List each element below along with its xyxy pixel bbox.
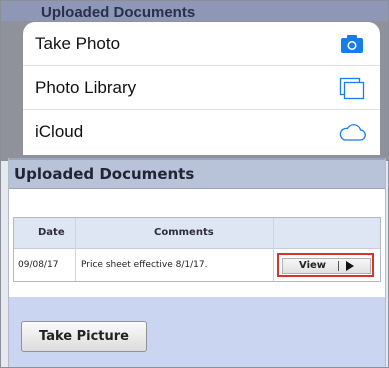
sheet-item-label: Photo Library	[35, 78, 137, 97]
sheet-item-label: Take Photo	[35, 34, 121, 53]
view-button[interactable]: View	[282, 258, 371, 274]
action-sheet: Take Photo Photo Library iCloud	[23, 22, 380, 155]
cell-date: 09/08/17	[18, 260, 59, 270]
view-button-highlight: View	[277, 253, 374, 277]
cell-comment: Price sheet effective 8/1/17.	[81, 260, 208, 270]
app-frame: Uploaded Documents Take Photo Photo Libr…	[0, 0, 389, 368]
sheet-item-take-photo[interactable]: Take Photo	[23, 22, 380, 66]
background-title: Uploaded Documents	[41, 4, 196, 21]
panel-header: Uploaded Documents	[9, 158, 385, 189]
actions-area: Take Picture	[9, 297, 385, 367]
documents-table: Date Comments 09/08/17 Price sheet effec…	[13, 217, 381, 282]
photo-library-icon	[338, 75, 366, 101]
sheet-item-photo-library[interactable]: Photo Library	[23, 66, 380, 110]
column-header-date: Date	[38, 227, 65, 238]
column-header-comments: Comments	[154, 227, 214, 238]
column-divider	[273, 218, 274, 281]
take-picture-button[interactable]: Take Picture	[21, 321, 147, 352]
play-arrow-icon	[346, 261, 354, 271]
sheet-item-icloud[interactable]: iCloud	[23, 110, 380, 154]
column-divider	[75, 218, 76, 281]
camera-icon	[338, 31, 366, 57]
view-button-label: View	[299, 260, 327, 271]
panel-title: Uploaded Documents	[14, 165, 195, 183]
cloud-icon	[338, 119, 366, 145]
uploaded-documents-panel: Uploaded Documents Date Comments 09/08/1…	[8, 158, 386, 367]
sheet-item-label: iCloud	[35, 122, 84, 141]
table-header-row: Date Comments	[14, 218, 380, 249]
view-button-divider	[338, 261, 339, 271]
